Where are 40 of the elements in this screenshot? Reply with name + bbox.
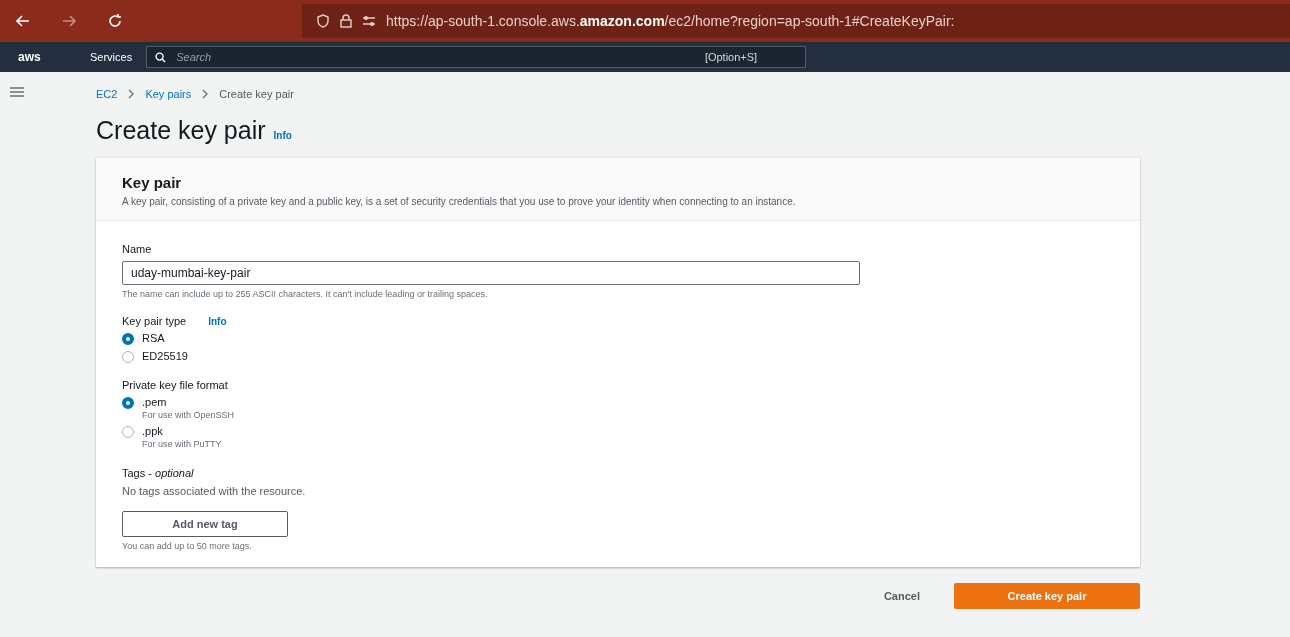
empty-tags-text: No tags associated with the resource. (122, 485, 307, 497)
breadcrumb-link[interactable]: Key pairs (145, 88, 192, 100)
cancel-button[interactable]: Cancel (877, 589, 926, 603)
field-label: Tags - optional (122, 467, 195, 479)
address-bar[interactable]: https://ap-south-1.console.aws.amazon.com/ec2/home?region=ap-south-1#CreateKeyPair: (302, 4, 1290, 38)
field-hint: The name can include up to 255 ASCII characters. It can't include leading or trailing spaces. (122, 289, 489, 299)
search-field[interactable]: Search (174, 50, 697, 64)
option-label: ED25519 (142, 350, 188, 362)
field-label: Name (122, 243, 153, 255)
option-hint: For use with OpenSSH (142, 410, 235, 420)
page-title: Create key pair (96, 116, 266, 145)
option-label: .pem (142, 396, 168, 408)
lock-icon (340, 14, 352, 28)
breadcrumb-link[interactable]: EC2 (96, 88, 118, 100)
chevron-icon (201, 89, 210, 99)
option-hint: For use with PuTTY (142, 439, 222, 449)
menu-icon[interactable] (10, 86, 24, 98)
info-link[interactable]: Info (208, 316, 227, 327)
shield-icon (316, 14, 330, 28)
panel-description: A key pair, consisting of a private key and a public key, is a set of security credentials that you use to prove your identity when connecting to an instance. (122, 195, 797, 208)
url-text: https://ap-south-1.console.aws.amazon.com/ec2/home?region=ap-south-1#CreateKeyPair: (386, 13, 955, 29)
field-hint: You can add up to 50 more tags. (122, 541, 253, 551)
radio-button[interactable] (122, 333, 134, 345)
search-bar[interactable]: Search [Option+S] (146, 46, 807, 68)
field-label: Key pair type (122, 315, 187, 327)
reload-icon[interactable] (106, 12, 124, 30)
info-link[interactable]: Info (273, 130, 292, 141)
name-input-field[interactable]: uday-mumbai-key-pair (122, 261, 860, 285)
services-menu[interactable]: Services (72, 51, 133, 63)
breadcrumb-current: Create key pair (219, 88, 294, 100)
search-icon (155, 51, 167, 63)
field-label: Private key file format (122, 379, 229, 391)
add-tag-button[interactable]: Add new tag (122, 511, 288, 537)
panel-title: Key pair (122, 174, 183, 191)
option-label: RSA (142, 332, 165, 344)
option-label: .ppk (142, 425, 164, 437)
shortcut-hint: [Option+S] (704, 51, 758, 63)
radio-button[interactable] (122, 397, 134, 409)
aws-logo[interactable]: aws (18, 50, 58, 64)
chevron-icon (127, 89, 136, 99)
